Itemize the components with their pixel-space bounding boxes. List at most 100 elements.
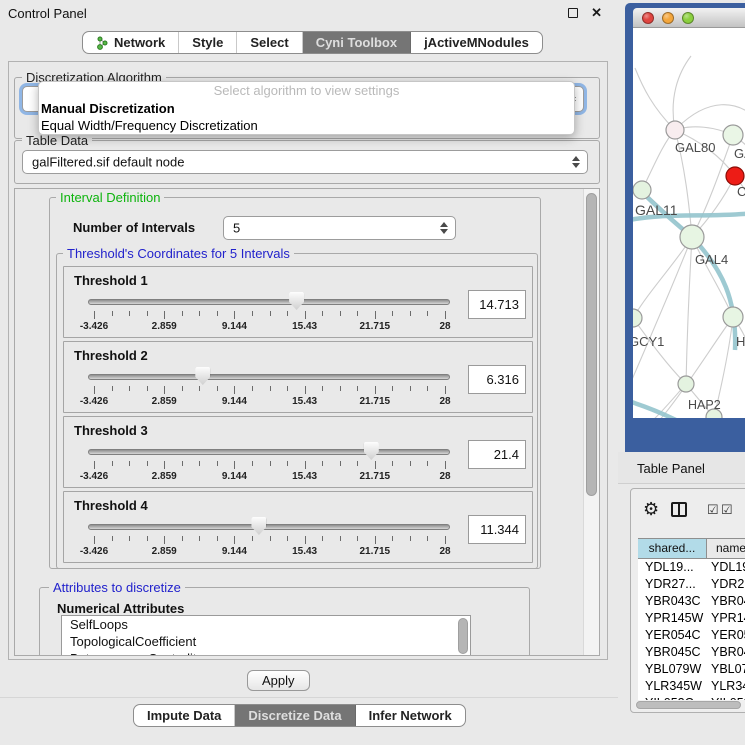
table-row[interactable]: YLR345WYLR345W [638,678,745,695]
threshold-value-field[interactable]: 21.4 [468,440,526,469]
threshold-value-field[interactable]: 11.344 [468,515,526,544]
threshold-value-field[interactable]: 6.316 [468,365,526,394]
tab-cyni-toolbox[interactable]: Cyni Toolbox [303,32,411,53]
settings-scroll-area: Interval Definition Number of Intervals … [14,188,600,656]
number-of-intervals-combobox[interactable]: 5 [223,216,456,240]
slider-tick-label: 2.859 [152,471,177,482]
slider-tick [305,536,306,544]
network-edge[interactable] [633,237,692,318]
threshold-value-field[interactable]: 14.713 [468,290,526,319]
network-node[interactable] [678,376,694,392]
slider-track[interactable] [88,524,450,530]
attribute-list-item[interactable]: BetweennessCentrality [62,650,470,656]
network-node[interactable] [680,225,704,249]
gear-icon[interactable]: ⚙ [643,499,659,520]
network-edge[interactable] [635,68,675,130]
slider-tick-label: 15.43 [292,321,317,332]
slider-tick-label: 9.144 [222,396,247,407]
dropdown-option-manual-discretization[interactable]: Manual Discretization [39,100,574,117]
table-row[interactable]: YDL19...YDL19... [638,559,745,576]
cell-name: YBR045C [708,644,745,661]
slider-thumb[interactable] [289,292,304,310]
table-row[interactable]: YBR045CYBR045C [638,644,745,661]
slider-tick [94,311,95,319]
network-node[interactable] [723,307,743,327]
number-of-intervals-label: Number of Intervals [73,220,195,235]
slider-tick [287,461,288,466]
slider-thumb[interactable] [251,517,266,535]
network-canvas[interactable]: GAL80GACGAL11GAL4GCY1HHAP2 [633,28,745,418]
table-row[interactable]: YDR27...YDR27... [638,576,745,593]
checkbox-icon[interactable]: ☑ [707,502,719,518]
slider-tick [287,386,288,391]
tab-style[interactable]: Style [179,32,237,53]
cell-shared-name: YDR27... [638,576,708,593]
slider-tick [182,311,183,316]
tab-infer-network[interactable]: Infer Network [356,705,465,726]
table-panel-titlebar: Table Panel [618,452,745,484]
table-hscrollbar-thumb[interactable] [636,701,741,709]
slider-tick [112,311,113,316]
network-edge[interactable] [642,130,675,190]
attribute-list-item[interactable]: TopologicalCoefficient [62,633,470,650]
close-icon[interactable]: ✕ [591,5,602,21]
network-node[interactable] [633,181,651,199]
slider-tick-label: 9.144 [222,321,247,332]
column-header-shared-name[interactable]: shared... [638,539,707,558]
slider-tick [182,461,183,466]
network-edge[interactable] [686,237,692,384]
slider-tick-label: -3.426 [80,396,108,407]
apply-button[interactable]: Apply [247,670,310,691]
table-row[interactable]: YBR043CYBR043C [638,593,745,610]
close-traffic-light-icon[interactable] [642,12,654,24]
column-header-name[interactable]: name [707,539,745,558]
tab-network[interactable]: Network [83,32,179,53]
table-data-combobox[interactable]: galFiltered.sif default node [22,150,588,174]
slider-track[interactable] [88,299,450,305]
table-header-row: shared... name [638,538,745,559]
network-edge[interactable] [673,56,691,130]
slider-tick [340,536,341,541]
slider-track[interactable] [88,449,450,455]
list-scrollbar-thumb[interactable] [458,618,468,654]
tab-label: Discretize Data [248,708,341,723]
tab-discretize-data[interactable]: Discretize Data [235,705,355,726]
table-row[interactable]: YER054CYER054C [638,627,745,644]
slider-tick [427,386,428,391]
tab-select[interactable]: Select [237,32,302,53]
network-node[interactable] [723,125,743,145]
cell-name: YER054C [708,627,745,644]
split-columns-icon[interactable] [671,502,687,517]
slider-track[interactable] [88,374,450,380]
tab-jactivemnodules[interactable]: jActiveMNodules [411,32,542,53]
dropdown-option-equal-width-frequency[interactable]: Equal Width/Frequency Discretization [39,117,574,134]
slider-tick-label: 2.859 [152,321,177,332]
zoom-traffic-light-icon[interactable] [682,12,694,24]
attributes-group-title: Attributes to discretize [49,580,185,595]
network-edge[interactable] [633,318,686,384]
network-node[interactable] [726,167,744,185]
minimize-traffic-light-icon[interactable] [662,12,674,24]
network-edge[interactable] [692,237,733,317]
numerical-attributes-list[interactable]: SelfLoopsTopologicalCoefficientBetweenne… [61,615,471,656]
slider-thumb[interactable] [195,367,210,385]
table-hscrollbar[interactable] [635,700,745,710]
slider-tick [357,536,358,541]
cell-name: YBR043C [708,593,745,610]
float-window-icon[interactable] [568,8,578,18]
thresholds-group-title: Threshold's Coordinates for 5 Intervals [63,246,294,261]
network-node[interactable] [633,309,642,327]
attribute-list-item[interactable]: SelfLoops [62,616,470,633]
table-row[interactable]: YBL079WYBL079W [638,661,745,678]
network-window-titlebar[interactable] [633,8,745,28]
slider-tick [217,386,218,391]
checkbox-icon[interactable]: ☑ [721,502,733,518]
scrollbar-thumb[interactable] [586,193,597,496]
tab-impute-data[interactable]: Impute Data [134,705,235,726]
network-node-label: GAL11 [635,202,678,218]
slider-thumb[interactable] [364,442,379,460]
table-row[interactable]: YPR145WYPR145W [638,610,745,627]
slider-tick-label: -3.426 [80,546,108,557]
dropdown-prompt: Select algorithm to view settings [39,82,574,100]
network-node[interactable] [666,121,684,139]
